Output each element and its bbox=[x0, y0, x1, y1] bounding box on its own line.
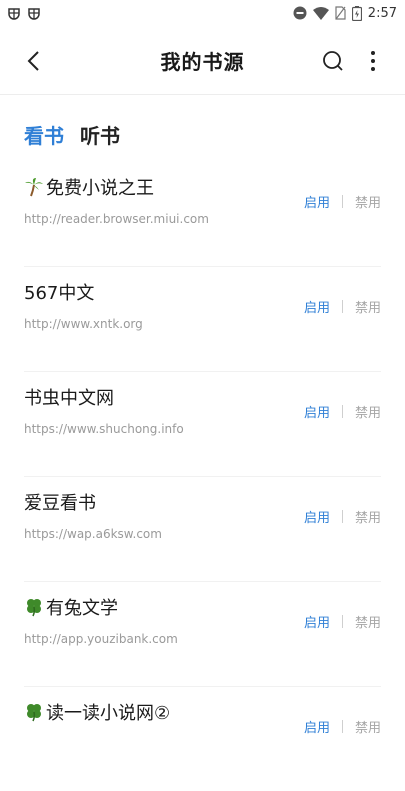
enable-button[interactable]: 启用 bbox=[304, 507, 330, 526]
source-name: 书虫中文网 bbox=[24, 388, 114, 409]
battery-icon bbox=[351, 5, 362, 21]
list-item: 有兔文学 http://app.youzibank.com 启用 禁用 bbox=[24, 582, 381, 687]
source-url: https://wap.a6ksw.com bbox=[24, 527, 162, 541]
search-icon bbox=[323, 51, 343, 71]
enable-button[interactable]: 启用 bbox=[304, 297, 330, 316]
enable-button[interactable]: 启用 bbox=[304, 612, 330, 631]
source-url: http://reader.browser.miui.com bbox=[24, 212, 209, 226]
clover-icon bbox=[27, 599, 41, 617]
divider bbox=[341, 615, 343, 628]
disable-button[interactable]: 禁用 bbox=[355, 402, 381, 421]
bug-notification-icon bbox=[28, 8, 40, 20]
palm-tree-icon bbox=[25, 178, 43, 197]
enable-button[interactable]: 启用 bbox=[304, 402, 330, 421]
status-bar: 2:57 bbox=[0, 0, 405, 26]
disable-button[interactable]: 禁用 bbox=[355, 507, 381, 526]
source-type-tabs: 看书 听书 bbox=[24, 120, 120, 149]
divider bbox=[341, 405, 343, 418]
list-item: 爱豆看书 https://wap.a6ksw.com 启用 禁用 bbox=[24, 477, 381, 582]
source-name: 567中文 bbox=[24, 283, 95, 304]
no-sim-icon bbox=[335, 6, 346, 20]
list-item: 书虫中文网 https://www.shuchong.info 启用 禁用 bbox=[24, 372, 381, 477]
more-vertical-icon bbox=[371, 51, 375, 71]
source-name: 读一读小说网② bbox=[46, 703, 171, 724]
do-not-disturb-icon bbox=[293, 6, 307, 20]
enable-button[interactable]: 启用 bbox=[304, 192, 330, 211]
book-source-list: 免费小说之王 http://reader.browser.miui.com 启用… bbox=[0, 162, 405, 791]
wifi-icon bbox=[312, 6, 329, 20]
source-name: 爱豆看书 bbox=[24, 493, 96, 514]
bug-notification-icon bbox=[8, 8, 20, 20]
clock: 2:57 bbox=[367, 5, 397, 21]
list-item: 读一读小说网② 启用 禁用 bbox=[24, 687, 381, 791]
source-name: 有兔文学 bbox=[46, 598, 118, 619]
divider bbox=[341, 195, 343, 208]
source-url: http://app.youzibank.com bbox=[24, 632, 178, 646]
clover-icon bbox=[27, 704, 41, 722]
disable-button[interactable]: 禁用 bbox=[355, 192, 381, 211]
list-item: 567中文 http://www.xntk.org 启用 禁用 bbox=[24, 267, 381, 372]
list-item: 免费小说之王 http://reader.browser.miui.com 启用… bbox=[24, 162, 381, 267]
source-url: http://www.xntk.org bbox=[24, 317, 143, 331]
source-name: 免费小说之王 bbox=[46, 178, 154, 199]
notification-icons bbox=[6, 5, 42, 21]
more-options-button[interactable] bbox=[358, 46, 388, 76]
divider bbox=[341, 720, 343, 733]
divider bbox=[341, 300, 343, 313]
search-button[interactable] bbox=[318, 46, 348, 76]
disable-button[interactable]: 禁用 bbox=[355, 612, 381, 631]
app-bar: 我的书源 bbox=[0, 26, 405, 95]
tab-reading[interactable]: 看书 bbox=[24, 120, 64, 149]
divider bbox=[341, 510, 343, 523]
source-url: https://www.shuchong.info bbox=[24, 422, 184, 436]
tab-listening[interactable]: 听书 bbox=[80, 120, 120, 149]
disable-button[interactable]: 禁用 bbox=[355, 297, 381, 316]
